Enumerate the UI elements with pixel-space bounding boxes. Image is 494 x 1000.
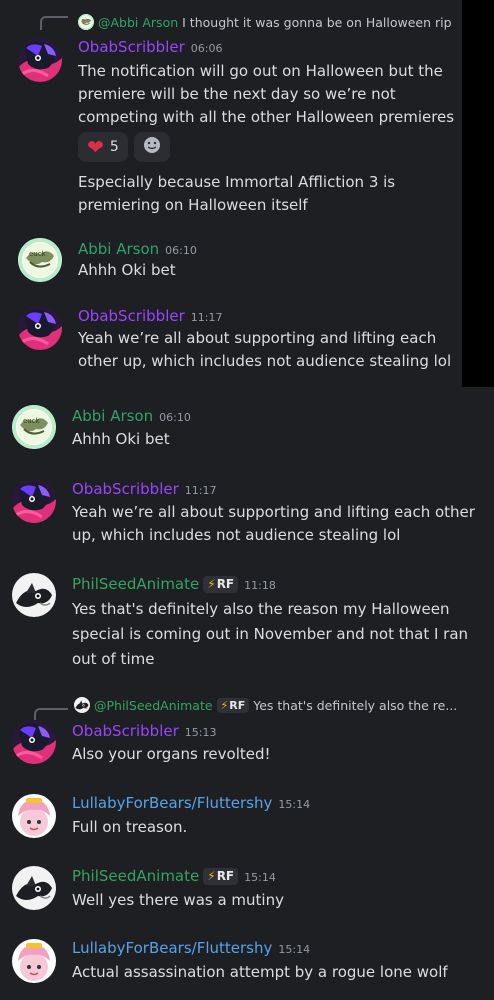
author-name[interactable]: LullabyForBears/Fluttershy bbox=[72, 794, 272, 812]
message-text: Yeah we’re all about supporting and lift… bbox=[72, 503, 475, 544]
avatar-lullaby[interactable] bbox=[12, 794, 56, 838]
add-reaction-icon bbox=[143, 136, 161, 158]
avatar-abbi[interactable] bbox=[18, 238, 62, 282]
message-header: PhilSeedAnimate ⚡RF 15:14 bbox=[72, 866, 276, 888]
reply-spine bbox=[40, 16, 68, 30]
message-text: Full on treason. bbox=[72, 818, 188, 836]
role-tag[interactable]: ⚡RF bbox=[203, 868, 239, 885]
timestamp: 11:17 bbox=[184, 484, 217, 497]
chat-panel-top: @Abbi Arson I thought it was gonna be on … bbox=[0, 0, 462, 387]
avatar-obab[interactable] bbox=[12, 479, 56, 523]
message-text: Actual assassination attempt by a rogue … bbox=[72, 963, 448, 981]
reply-reference[interactable]: @PhilSeedAnimate ⚡RF Yes that's definitely… bbox=[74, 697, 488, 714]
timestamp: 15:14 bbox=[278, 798, 311, 811]
heart-icon: ❤ bbox=[87, 135, 104, 159]
role-tag: ⚡RF bbox=[216, 698, 250, 713]
avatar-obab[interactable] bbox=[18, 306, 62, 350]
timestamp: 11:18 bbox=[244, 579, 276, 592]
message-header: ObabScribbler 11:17 bbox=[72, 479, 216, 501]
avatar-phil[interactable] bbox=[12, 573, 56, 617]
author-name[interactable]: PhilSeedAnimate bbox=[72, 867, 199, 885]
reaction-bar: ❤ 5 bbox=[78, 132, 170, 162]
message-header: ObabScribbler 06:06 bbox=[78, 37, 222, 59]
avatar-obab[interactable] bbox=[18, 38, 62, 82]
message-text: The notification will go out on Hallowee… bbox=[78, 62, 455, 126]
timestamp: 15:14 bbox=[278, 943, 311, 956]
timestamp: 06:10 bbox=[165, 244, 197, 257]
role-tag-label: RF bbox=[216, 577, 235, 591]
message-text: Ahhh Oki bet bbox=[78, 261, 176, 279]
avatar-lullaby[interactable] bbox=[12, 939, 56, 983]
message-header: ObabScribbler 15:13 bbox=[72, 721, 216, 743]
author-name[interactable]: ObabScribbler bbox=[72, 480, 179, 498]
author-name[interactable]: PhilSeedAnimate bbox=[72, 575, 199, 593]
message-text-followup: Especially because Immortal Affliction 3… bbox=[78, 173, 396, 214]
reaction-count: 5 bbox=[109, 139, 119, 155]
reply-text: I thought it was gonna be on Halloween r… bbox=[182, 15, 452, 30]
message-header: LullabyForBears/Fluttershy 15:14 bbox=[72, 938, 310, 960]
role-tag-label: RF bbox=[229, 699, 246, 712]
lightning-icon: ⚡ bbox=[207, 869, 216, 883]
reply-reference[interactable]: @Abbi Arson I thought it was gonna be on … bbox=[78, 14, 458, 31]
reply-author: @PhilSeedAnimate bbox=[94, 698, 213, 713]
reaction-heart[interactable]: ❤ 5 bbox=[78, 132, 128, 162]
message-text: Yes that's definitely also the reason my… bbox=[72, 600, 469, 668]
author-name[interactable]: Abbi Arson bbox=[78, 240, 159, 258]
timestamp: 11:17 bbox=[190, 311, 223, 324]
role-tag[interactable]: ⚡RF bbox=[203, 576, 239, 593]
author-name[interactable]: ObabScribbler bbox=[72, 722, 179, 740]
message-text: Well yes there was a mutiny bbox=[72, 891, 284, 909]
timestamp: 06:10 bbox=[159, 411, 191, 424]
author-name[interactable]: ObabScribbler bbox=[78, 38, 185, 56]
message-header: LullabyForBears/Fluttershy 15:14 bbox=[72, 793, 310, 815]
avatar-obab[interactable] bbox=[12, 720, 56, 764]
message-header: PhilSeedAnimate ⚡RF 11:18 bbox=[72, 574, 276, 596]
message-text: Also your organs revolted! bbox=[72, 745, 271, 763]
reply-text: Yes that's definitely also the re... bbox=[253, 698, 458, 713]
message-text: Yeah we’re all about supporting and lift… bbox=[78, 329, 452, 370]
reply-author: @Abbi Arson bbox=[98, 15, 179, 30]
timestamp: 06:06 bbox=[190, 42, 223, 55]
author-name[interactable]: ObabScribbler bbox=[78, 307, 185, 325]
message-header: Abbi Arson 06:10 bbox=[78, 239, 197, 261]
add-reaction-button[interactable] bbox=[134, 132, 170, 162]
reply-avatar-icon bbox=[78, 14, 94, 30]
lightning-icon: ⚡ bbox=[220, 699, 229, 712]
reply-avatar-icon bbox=[74, 697, 90, 713]
avatar-phil[interactable] bbox=[12, 866, 56, 910]
avatar-abbi[interactable] bbox=[12, 405, 56, 449]
timestamp: 15:14 bbox=[244, 871, 276, 884]
timestamp: 15:13 bbox=[184, 726, 217, 739]
message-header: Abbi Arson 06:10 bbox=[72, 406, 191, 428]
chat-panel-bottom: Abbi Arson 06:10 Ahhh Oki bet ObabScribbl… bbox=[0, 387, 494, 1000]
message-header: ObabScribbler 11:17 bbox=[78, 306, 222, 328]
author-name[interactable]: Abbi Arson bbox=[72, 407, 153, 425]
lightning-icon: ⚡ bbox=[207, 577, 216, 591]
message-text: Ahhh Oki bet bbox=[72, 430, 170, 448]
role-tag-label: RF bbox=[216, 869, 235, 883]
author-name[interactable]: LullabyForBears/Fluttershy bbox=[72, 939, 272, 957]
